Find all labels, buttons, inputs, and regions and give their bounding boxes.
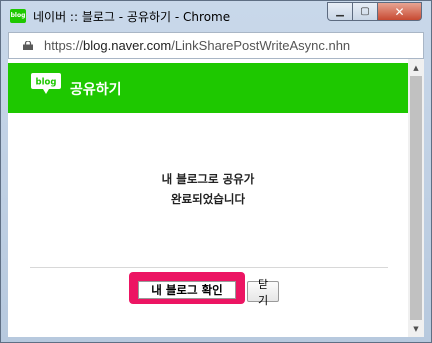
naver-blog-icon: blog [10, 9, 26, 23]
scroll-down-icon[interactable]: ▼ [408, 320, 424, 337]
page-viewport: blog 공유하기 내 블로그로 공유가 완료되었습니다 내 블로그 확인 닫기… [8, 59, 424, 337]
title-bar[interactable]: blog 네이버 :: 블로그 - 공유하기 - Chrome ▁ ▢ ✕ [1, 1, 431, 31]
divider [30, 267, 388, 268]
share-complete-message: 내 블로그로 공유가 완료되었습니다 [8, 169, 408, 209]
lock-icon [23, 41, 33, 50]
blog-logo-text: blog [36, 78, 57, 88]
message-line-1: 내 블로그로 공유가 [161, 172, 255, 186]
share-header: blog 공유하기 [8, 63, 408, 113]
url-host: blog.naver.com [83, 38, 172, 53]
window-title: 네이버 :: 블로그 - 공유하기 - Chrome [33, 10, 231, 24]
vertical-scrollbar[interactable]: ▲ ▼ [408, 59, 424, 337]
scroll-thumb[interactable] [410, 76, 422, 320]
minimize-button[interactable]: ▁ [327, 2, 353, 21]
message-line-2: 완료되었습니다 [170, 192, 246, 206]
close-window-button[interactable]: ✕ [377, 2, 422, 21]
maximize-button[interactable]: ▢ [352, 2, 378, 21]
close-button[interactable]: 닫기 [247, 279, 279, 307]
url-path: /LinkSharePostWriteAsync.nhn [171, 38, 351, 53]
page-title: 공유하기 [70, 82, 122, 98]
view-my-blog-button[interactable]: 내 블로그 확인 [138, 281, 236, 299]
page-content: blog 공유하기 내 블로그로 공유가 완료되었습니다 내 블로그 확인 닫기 [8, 59, 408, 337]
scroll-up-icon[interactable]: ▲ [408, 59, 424, 76]
url-scheme: https:// [44, 38, 84, 53]
url-text: https://blog.naver.com/LinkSharePostWrit… [44, 38, 350, 53]
browser-window: blog 네이버 :: 블로그 - 공유하기 - Chrome ▁ ▢ ✕ ht… [0, 0, 432, 343]
blog-logo-icon: blog [31, 73, 61, 94]
address-bar[interactable]: https://blog.naver.com/LinkSharePostWrit… [8, 32, 424, 59]
